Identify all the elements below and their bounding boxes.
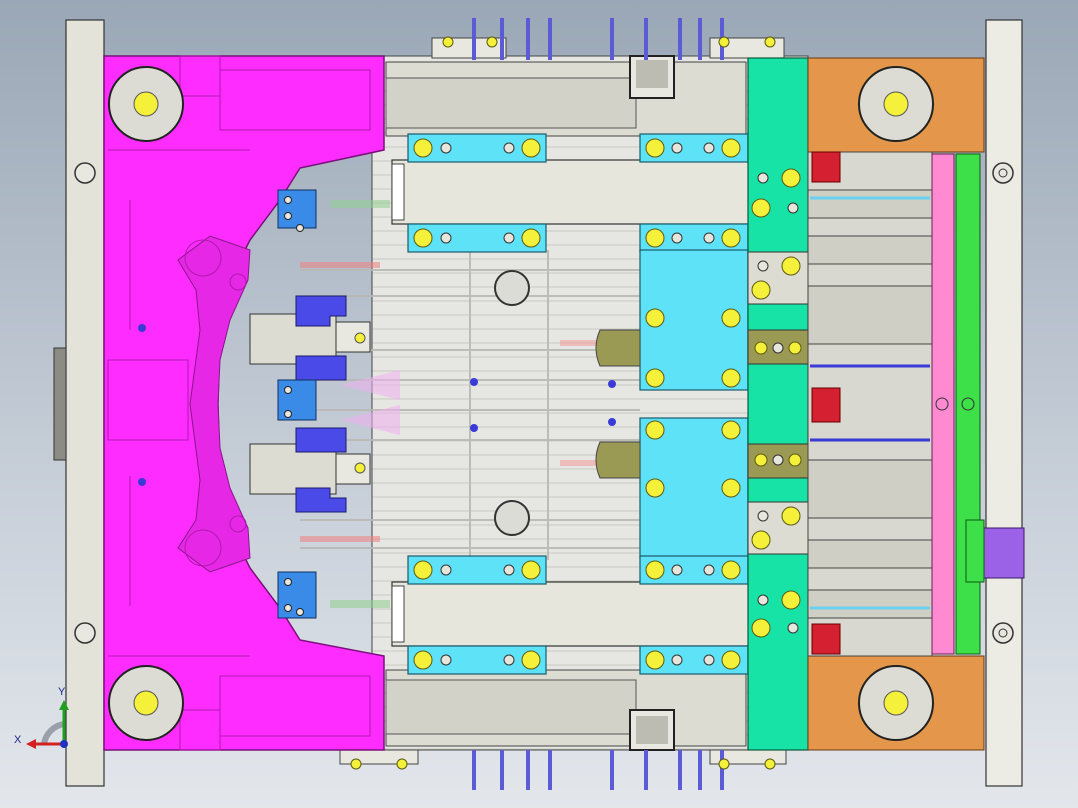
purple-bracket bbox=[981, 527, 1025, 579]
cad-graphics-area[interactable]: Y X bbox=[0, 0, 1078, 808]
ghost-boss-bottom bbox=[494, 500, 530, 536]
locating-ring bbox=[53, 347, 67, 461]
left-clamp-plate bbox=[65, 19, 105, 787]
ghost-boss-top bbox=[494, 270, 530, 306]
x-axis-label: X bbox=[14, 734, 22, 746]
right-clamp-plate bbox=[985, 19, 1023, 787]
small-clamps bbox=[277, 189, 317, 619]
axis-triad: Y X bbox=[14, 684, 84, 754]
y-axis-label: Y bbox=[58, 686, 66, 698]
support-block bbox=[747, 57, 809, 751]
lower-slide-bar bbox=[391, 581, 809, 647]
cavity-plate bbox=[103, 55, 385, 751]
upper-slide-bar bbox=[391, 159, 809, 225]
mold-assembly-drawing[interactable] bbox=[0, 0, 1078, 808]
